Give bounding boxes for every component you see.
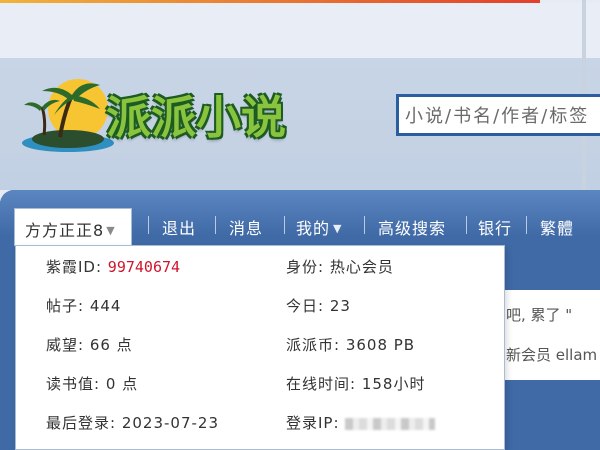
profile-id-value: 99740674 <box>107 258 181 276</box>
nav-my-menu[interactable]: 我的 ▼ <box>296 215 343 238</box>
nav-divider <box>215 216 216 234</box>
user-name: 方方正正8 <box>25 221 105 240</box>
profile-reputation: 威望: 66 点 <box>46 336 133 354</box>
redacted-ip <box>345 417 436 430</box>
nav-bank[interactable]: 银行 <box>478 215 512 238</box>
user-profile-dropdown: 紫霞ID: 99740674 身份: 热心会员 帖子: 444 今日: 23 威… <box>15 245 505 450</box>
site-logo[interactable]: 派派小说 <box>20 73 290 163</box>
profile-role: 身份: 热心会员 <box>286 258 394 276</box>
profile-login-ip: 登录IP: <box>286 412 436 433</box>
profile-coins: 派派币: 3608 PB <box>286 336 416 354</box>
nav-advanced-search[interactable]: 高级搜索 <box>378 215 446 238</box>
nav-logout[interactable]: 退出 <box>162 215 196 238</box>
profile-reading: 读书值: 0 点 <box>46 375 139 393</box>
top-band <box>0 3 600 58</box>
profile-id-label: 紫霞ID: <box>46 258 108 276</box>
nav-divider <box>466 216 467 234</box>
nav-my-label: 我的 <box>296 219 331 238</box>
new-member-text[interactable]: 新会员 ellam <box>506 344 597 365</box>
user-menu-tab[interactable]: 方方正正8 ▼ <box>14 208 132 246</box>
nav-divider <box>526 216 527 234</box>
profile-posts: 帖子: 444 <box>46 297 122 315</box>
profile-id: 紫霞ID: 99740674 <box>46 256 180 277</box>
profile-last-login: 最后登录: 2023-07-23 <box>46 414 219 432</box>
content-text: 吧, 累了 " <box>506 306 573 324</box>
nav-messages[interactable]: 消息 <box>229 215 263 238</box>
profile-login-ip-label: 登录IP: <box>286 414 346 432</box>
nav-divider <box>284 216 285 234</box>
chevron-down-icon: ▼ <box>333 222 343 235</box>
search-input[interactable]: 小说/书名/作者/标签 <box>396 94 600 136</box>
nav-divider <box>364 216 365 234</box>
profile-today: 今日: 23 <box>286 297 351 315</box>
nav-divider <box>148 216 149 234</box>
profile-online-time: 在线时间: 158小时 <box>286 375 426 393</box>
chevron-down-icon: ▼ <box>106 224 116 237</box>
nav-traditional-chinese[interactable]: 繁體 <box>540 215 574 238</box>
logo-text: 派派小说 <box>106 91 287 144</box>
